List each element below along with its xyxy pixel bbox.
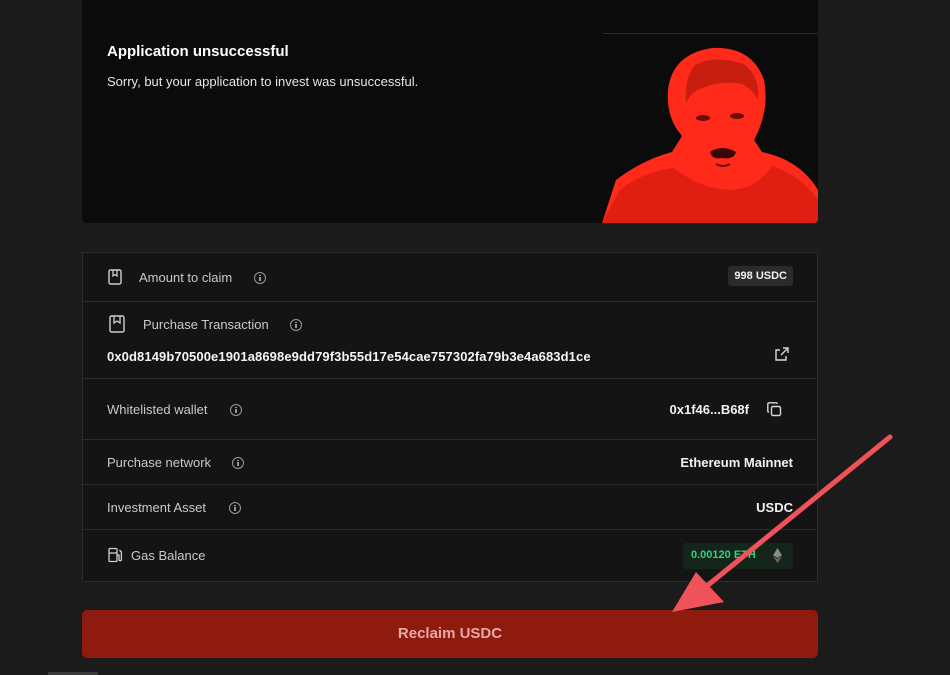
purchase-transaction-label: Purchase Transaction	[143, 317, 269, 332]
external-link-icon[interactable]	[775, 347, 789, 361]
investment-asset-label: Investment Asset	[107, 500, 206, 515]
receipt-icon	[109, 315, 125, 333]
man-portrait-image	[602, 47, 818, 223]
amount-to-claim-badge: 998 USDC	[728, 266, 793, 286]
gas-balance-value: 0.00120 ETH	[691, 549, 756, 561]
application-status-banner: Application unsuccessful Sorry, but your…	[82, 0, 818, 223]
purchase-transaction-row: Purchase Transaction 0x0d8149b70500e1901…	[83, 302, 817, 379]
purchase-network-value: Ethereum Mainnet	[680, 455, 793, 470]
gas-balance-label: Gas Balance	[131, 548, 206, 563]
gas-balance-badge: 0.00120 ETH	[683, 543, 793, 569]
investment-asset-row: Investment Asset USDC	[83, 485, 817, 530]
investment-asset-value: USDC	[756, 500, 793, 515]
whitelisted-wallet-row: Whitelisted wallet 0x1f46...B68f	[83, 379, 817, 440]
wallet-address: 0x1f46...B68f	[669, 402, 750, 417]
reclaim-usdc-button[interactable]: Reclaim USDC	[82, 610, 818, 658]
copy-icon[interactable]	[767, 402, 782, 417]
receipt-icon	[108, 269, 122, 285]
banner-title: Application unsuccessful	[107, 43, 289, 60]
info-icon[interactable]	[290, 319, 302, 331]
info-icon[interactable]	[232, 457, 244, 469]
amount-to-claim-row: Amount to claim 998 USDC	[83, 253, 817, 302]
whitelisted-wallet-label: Whitelisted wallet	[107, 402, 208, 417]
purchase-network-row: Purchase network Ethereum Mainnet	[83, 440, 817, 485]
transaction-hash: 0x0d8149b70500e1901a8698e9dd79f3b55d17e5…	[107, 349, 591, 364]
purchase-network-label: Purchase network	[107, 455, 212, 470]
banner-divider	[603, 33, 818, 34]
info-icon[interactable]	[229, 502, 241, 514]
fuel-pump-icon	[108, 547, 123, 563]
ethereum-icon	[773, 548, 782, 563]
claim-details-panel: Amount to claim 998 USDC Purchase Transa…	[82, 252, 818, 582]
amount-to-claim-label: Amount to claim	[139, 270, 233, 285]
info-icon[interactable]	[230, 404, 242, 416]
info-icon[interactable]	[254, 272, 266, 284]
banner-message: Sorry, but your application to invest wa…	[107, 74, 419, 89]
